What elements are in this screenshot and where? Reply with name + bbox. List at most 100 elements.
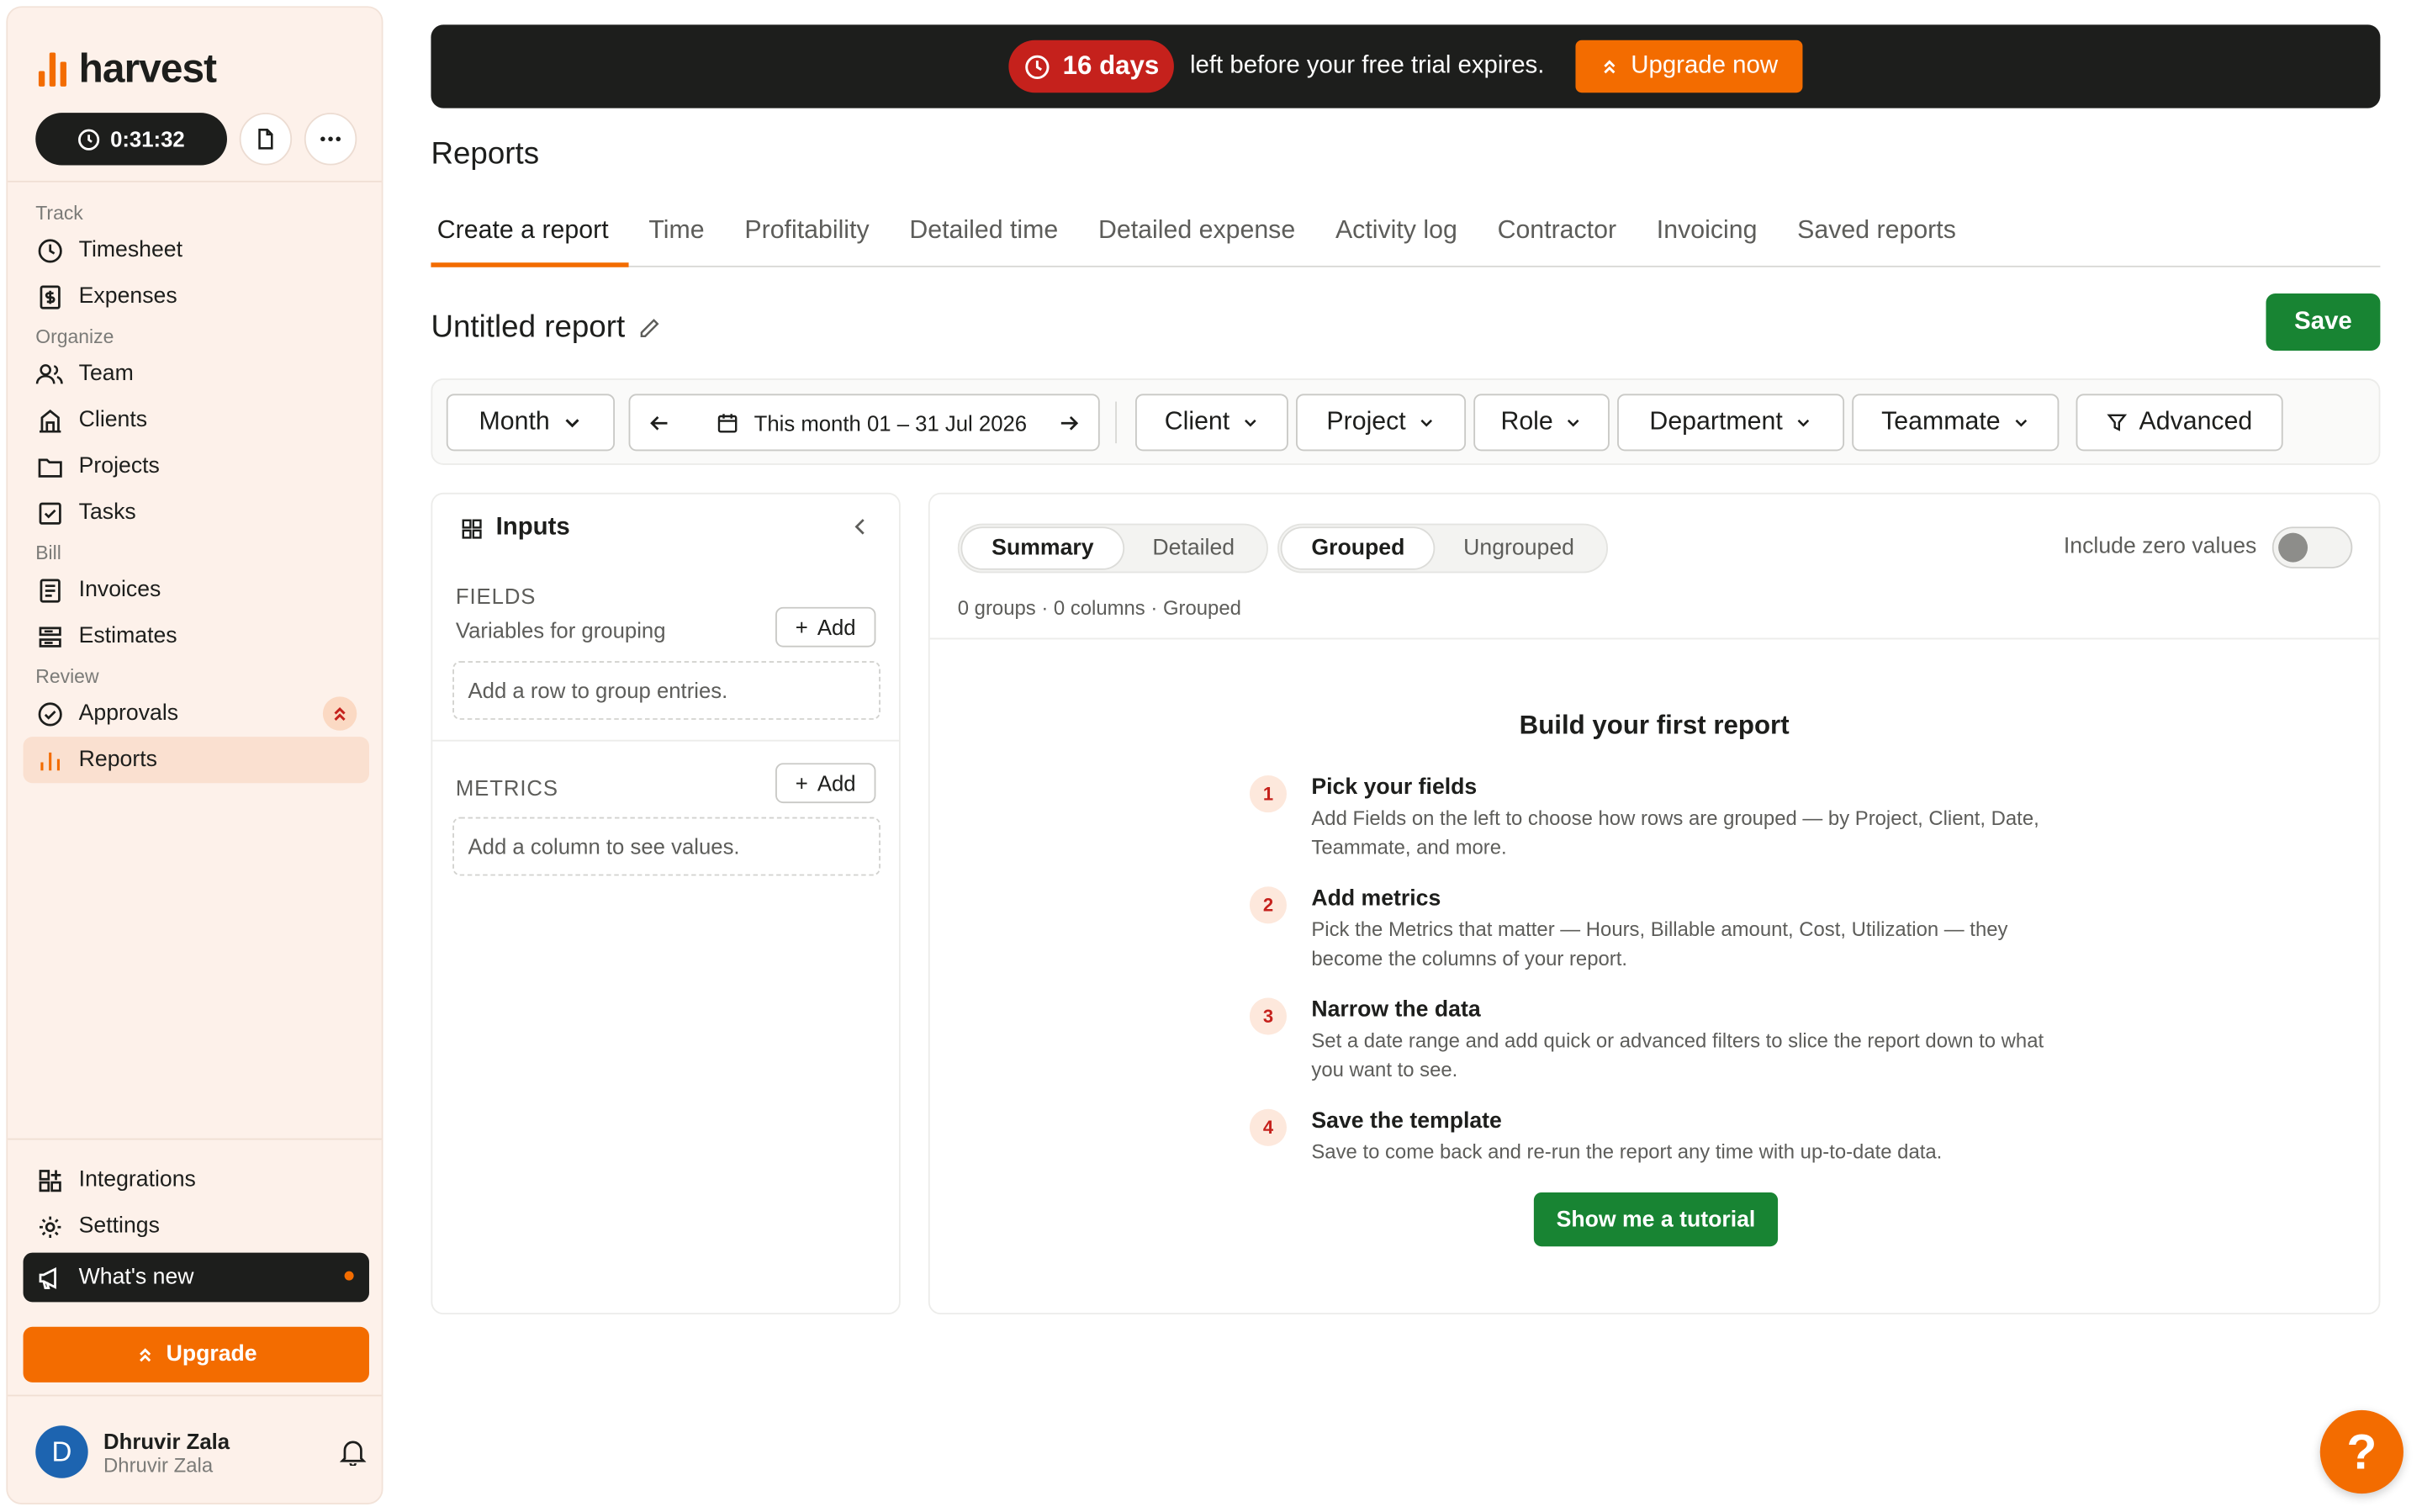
sidebar-item-tasks[interactable]: Tasks xyxy=(24,489,369,536)
sidebar-nav: Track Timesheet Expenses Organize Team C… xyxy=(23,196,369,784)
funnel-icon xyxy=(2107,414,2127,431)
pencil-icon[interactable] xyxy=(637,317,661,341)
app-root: harvest 0:31:32 Track Timesheet Expenses… xyxy=(0,0,2422,1512)
metrics-label: METRICS xyxy=(455,775,558,801)
more-button[interactable] xyxy=(304,113,357,166)
arrow-right-icon[interactable] xyxy=(1058,412,1080,434)
sidebar-item-timesheet[interactable]: Timesheet xyxy=(24,227,369,273)
sidebar-item-invoices[interactable]: Invoices xyxy=(24,567,369,613)
sidebar-item-label: Invoices xyxy=(78,577,161,603)
megaphone-icon xyxy=(35,1263,63,1291)
advanced-filter-label: Advanced xyxy=(2139,407,2253,436)
include-zero-values-toggle[interactable] xyxy=(2271,526,2353,568)
fields-dropzone[interactable]: Add a row to group entries. xyxy=(452,661,880,720)
step-title: Pick your fields xyxy=(1311,775,1478,801)
arrow-left-icon[interactable] xyxy=(648,412,670,434)
add-field-label: Add xyxy=(817,615,856,640)
brand-name: harvest xyxy=(78,45,217,92)
tab-time[interactable]: Time xyxy=(629,204,725,265)
chevron-left-icon[interactable] xyxy=(849,515,871,537)
double-chevron-up-icon xyxy=(334,706,346,721)
new-entry-button[interactable] xyxy=(239,113,293,166)
inputs-panel: Inputs FIELDS Variables for grouping + A… xyxy=(431,492,901,1315)
tab-detailed-time[interactable]: Detailed time xyxy=(889,204,1078,265)
sidebar-item-whats-new[interactable]: What's new xyxy=(23,1252,369,1303)
tab-saved-reports[interactable]: Saved reports xyxy=(1777,204,1975,265)
double-chevron-up-icon xyxy=(1604,60,1616,74)
tab-detailed-expense[interactable]: Detailed expense xyxy=(1078,204,1315,265)
harvest-logo[interactable]: harvest xyxy=(38,45,217,93)
add-metric-button[interactable]: + Add xyxy=(775,763,876,804)
sidebar-divider xyxy=(8,1394,382,1397)
sidebar-item-team[interactable]: Team xyxy=(24,351,369,397)
sidebar-item-clients[interactable]: Clients xyxy=(24,397,369,443)
step-title: Save the template xyxy=(1311,1108,1502,1134)
project-filter[interactable]: Project xyxy=(1296,394,1467,452)
plus-icon: + xyxy=(795,615,808,640)
step-item: 1 Pick your fields Add Fields on the lef… xyxy=(1249,772,2053,862)
teammate-filter[interactable]: Teammate xyxy=(1852,394,2060,452)
save-button[interactable]: Save xyxy=(2266,293,2381,351)
sidebar-item-reports[interactable]: Reports xyxy=(23,737,369,784)
sidebar-item-label: Expenses xyxy=(78,283,177,309)
metrics-dropzone[interactable]: Add a column to see values. xyxy=(452,817,880,876)
page-title: Reports xyxy=(431,137,540,172)
department-filter[interactable]: Department xyxy=(1617,394,1845,452)
step-item: 3 Narrow the data Set a date range and a… xyxy=(1249,995,2053,1085)
nav-group-organize: Organize xyxy=(35,325,114,347)
sidebar-item-label: Settings xyxy=(78,1213,160,1240)
period-select[interactable]: Month xyxy=(446,394,616,452)
grouping-grouped[interactable]: Grouped xyxy=(1282,528,1435,568)
tab-profitability[interactable]: Profitability xyxy=(725,204,890,265)
sidebar-item-settings[interactable]: Settings xyxy=(24,1203,369,1250)
sidebar-item-label: Approvals xyxy=(78,700,179,727)
chevron-down-icon xyxy=(1420,419,1433,427)
sidebar-item-expenses[interactable]: Expenses xyxy=(24,273,369,320)
user-name: Dhruvir Zala xyxy=(103,1428,230,1453)
add-field-button[interactable]: + Add xyxy=(775,606,876,648)
report-title[interactable]: Untitled report xyxy=(431,310,660,346)
sidebar-item-label: Clients xyxy=(78,407,148,433)
view-mode-summary[interactable]: Summary xyxy=(962,528,1124,568)
tab-contractor[interactable]: Contractor xyxy=(1478,204,1637,265)
upgrade-now-label: Upgrade now xyxy=(1631,52,1779,79)
nav-group-review: Review xyxy=(35,664,99,687)
inputs-title: Inputs xyxy=(495,514,570,541)
report-tabs: Create a report Time Profitability Detai… xyxy=(431,204,2381,267)
upgrade-button[interactable]: Upgrade xyxy=(23,1326,369,1382)
help-button[interactable]: ? xyxy=(2319,1409,2403,1494)
date-range-picker[interactable]: This month 01 – 31 Jul 2026 xyxy=(628,394,1100,452)
building-icon xyxy=(35,406,63,434)
role-filter[interactable]: Role xyxy=(1473,394,1610,452)
approvals-upgrade-badge[interactable] xyxy=(322,696,357,731)
tab-activity-log[interactable]: Activity log xyxy=(1315,204,1478,265)
tab-invoicing[interactable]: Invoicing xyxy=(1637,204,1777,265)
department-filter-label: Department xyxy=(1649,407,1783,436)
step-item: 2 Add metrics Pick the Metrics that matt… xyxy=(1249,884,2053,974)
sidebar-item-projects[interactable]: Projects xyxy=(24,443,369,489)
view-mode-detailed[interactable]: Detailed xyxy=(1123,528,1264,568)
step-item: 4 Save the template Save to come back an… xyxy=(1249,1106,2053,1166)
file-plus-icon xyxy=(258,128,273,150)
chevron-down-icon xyxy=(2015,419,2028,427)
sidebar-item-estimates[interactable]: Estimates xyxy=(24,613,369,659)
client-filter[interactable]: Client xyxy=(1134,394,1288,452)
grouping-ungrouped[interactable]: Ungrouped xyxy=(1434,528,1604,568)
teammate-filter-label: Teammate xyxy=(1881,407,2001,436)
tab-create-a-report[interactable]: Create a report xyxy=(431,204,629,267)
timer-button[interactable]: 0:31:32 xyxy=(35,113,227,166)
sidebar-item-approvals[interactable]: Approvals xyxy=(24,690,369,737)
advanced-filter-button[interactable]: Advanced xyxy=(2076,394,2283,452)
upgrade-now-button[interactable]: Upgrade now xyxy=(1575,40,1803,93)
show-tutorial-button[interactable]: Show me a tutorial xyxy=(1533,1192,1779,1247)
sidebar-item-integrations[interactable]: Integrations xyxy=(24,1157,369,1203)
date-range-label: This month 01 – 31 Jul 2026 xyxy=(754,410,1028,436)
integrations-icon xyxy=(35,1166,63,1194)
timer-value: 0:31:32 xyxy=(110,126,185,151)
chevron-down-icon xyxy=(1797,419,1810,427)
sidebar-item-label: Projects xyxy=(78,453,160,479)
sidebar-item-label: Estimates xyxy=(78,624,177,649)
user-profile[interactable]: D Dhruvir Zala Dhruvir Zala xyxy=(35,1425,367,1478)
report-title-text: Untitled report xyxy=(431,310,626,345)
bell-icon[interactable] xyxy=(339,1438,367,1473)
